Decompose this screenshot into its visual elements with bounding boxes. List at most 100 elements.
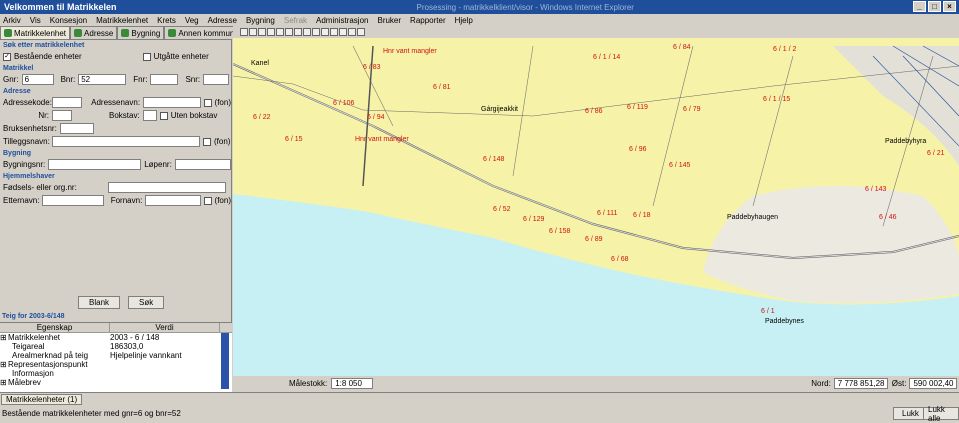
- props-scrollbar[interactable]: [221, 333, 229, 389]
- zoom-out-icon[interactable]: [249, 28, 257, 36]
- property-grid: Egenskap Verdi ⊞ Matrikkelenhet 2003 - 6 / …: [0, 322, 232, 392]
- adressenavn-input[interactable]: [143, 97, 202, 108]
- menu-bar: Arkiv Vis Konsesjon Matrikkelenhet Krets…: [0, 14, 959, 26]
- place-name: Paddebynes: [765, 318, 804, 325]
- hjemmel-header: Hjemmelshaver: [3, 173, 55, 180]
- building-icon: [121, 29, 130, 37]
- snr-input[interactable]: [203, 74, 230, 85]
- place-name: Paddebyhaugen: [727, 214, 778, 221]
- scale-icon[interactable]: [321, 28, 329, 36]
- tab-matrikkelenheter[interactable]: Matrikkelenheter (1): [1, 394, 83, 405]
- close-icon[interactable]: ×: [943, 1, 956, 12]
- prop-row[interactable]: ⊞ Matrikkelenhet 2003 - 6 / 148: [0, 333, 232, 342]
- minimize-icon[interactable]: _: [913, 1, 926, 12]
- tab-adresse[interactable]: Adresse: [70, 26, 118, 39]
- nord-coordinate: 7 778 851,28: [833, 378, 888, 389]
- fon-checkbox-3[interactable]: [203, 196, 212, 205]
- status-text: Bestående matrikkelenheter med gnr=6 og …: [2, 409, 181, 418]
- bnr-input[interactable]: 52: [78, 74, 127, 85]
- menu-matrikkelenhet[interactable]: Matrikkelenhet: [96, 16, 148, 25]
- map-label: 6 / 81: [433, 84, 451, 91]
- prop-row[interactable]: Teigareal 186303,0: [0, 342, 232, 351]
- title-bar: Velkommen til Matrikkelen Prosessing - m…: [0, 0, 959, 14]
- map-label: 6 / 68: [611, 256, 629, 263]
- search-button[interactable]: Søk: [128, 296, 165, 309]
- menu-sefrak[interactable]: Sefrak: [284, 16, 307, 25]
- fon-checkbox[interactable]: [204, 98, 212, 107]
- bottom-bar: Matrikkelenheter (1) Bestående matrikkel…: [0, 392, 959, 423]
- map-label: 6 / 46: [879, 214, 897, 221]
- map-label: 6 / 21: [927, 150, 945, 157]
- existing-checkbox[interactable]: ✓: [3, 52, 11, 61]
- map-label: 6 / 148: [483, 156, 505, 163]
- nr-input[interactable]: [52, 110, 72, 121]
- menu-bruker[interactable]: Bruker: [377, 16, 401, 25]
- map-view[interactable]: 6 / 83 6 / 84 6 / 1 / 14 6 / 1 / 2 Hnr v…: [233, 26, 959, 391]
- etternavn-input[interactable]: [42, 195, 104, 206]
- bygningsnr-input[interactable]: [48, 159, 142, 170]
- map-label: 6 / 96: [629, 146, 647, 153]
- layers-icon[interactable]: [294, 28, 302, 36]
- map-label: 6 / 143: [865, 186, 887, 193]
- pan-icon[interactable]: [258, 28, 266, 36]
- map-label: Hnr vant mangler: [355, 136, 409, 143]
- menu-krets[interactable]: Krets: [157, 16, 176, 25]
- menu-vis[interactable]: Vis: [30, 16, 41, 25]
- prop-row[interactable]: ⊞ Representasjonspunkt: [0, 360, 232, 369]
- menu-adresse[interactable]: Adresse: [208, 16, 237, 25]
- back-icon[interactable]: [348, 28, 356, 36]
- gnr-input[interactable]: 6: [21, 74, 54, 85]
- map-label: 6 / 106: [333, 100, 355, 107]
- bruksenhet-input[interactable]: [59, 123, 94, 134]
- uten-bokstav-checkbox[interactable]: [159, 111, 168, 120]
- measure-icon[interactable]: [276, 28, 284, 36]
- bokstav-input[interactable]: [142, 110, 157, 121]
- fodselsnr-input[interactable]: [107, 182, 226, 193]
- adressekode-input[interactable]: [52, 97, 83, 108]
- home-icon[interactable]: [339, 28, 347, 36]
- prop-row[interactable]: ⊞ Målebrev: [0, 378, 232, 387]
- map-label: 6 / 18: [633, 212, 651, 219]
- map-label: 6 / 1 / 14: [593, 54, 621, 61]
- menu-veg[interactable]: Veg: [185, 16, 199, 25]
- refresh-icon[interactable]: [312, 28, 320, 36]
- menu-konsesjon[interactable]: Konsesjon: [50, 16, 87, 25]
- matrikkel-header: Matrikkel: [3, 65, 34, 72]
- fnr-input[interactable]: [150, 74, 179, 85]
- map-label: 6 / 158: [549, 228, 571, 235]
- grid-icon[interactable]: [330, 28, 338, 36]
- map-label: 6 / 83: [363, 64, 381, 71]
- map-status-bar: Målestokk: 1:8 050 Nord: 7 778 851,28 Øs…: [233, 376, 959, 391]
- prop-row[interactable]: Arealmerknad på teig Hjelpelinje vannkant: [0, 351, 232, 360]
- map-label: 6 / 86: [585, 108, 603, 115]
- maximize-icon[interactable]: □: [928, 1, 941, 12]
- fon-checkbox-2[interactable]: [203, 137, 211, 146]
- fornavn-input[interactable]: [145, 195, 201, 206]
- scale-input[interactable]: 1:8 050: [331, 378, 374, 389]
- adresse-header: Adresse: [3, 88, 31, 95]
- tilleggsnavn-input[interactable]: [52, 136, 200, 147]
- info-icon[interactable]: [285, 28, 293, 36]
- print-icon[interactable]: [303, 28, 311, 36]
- expired-checkbox[interactable]: [142, 52, 151, 61]
- tab-annen-kommune[interactable]: Annen kommune: [164, 26, 243, 39]
- map-label: 6 / 52: [493, 206, 511, 213]
- map-label: 6 / 145: [669, 162, 691, 169]
- blank-button[interactable]: Blank: [78, 296, 121, 309]
- window-title: Velkommen til Matrikkelen: [4, 2, 117, 12]
- menu-hjelp[interactable]: Hjelp: [455, 16, 473, 25]
- menu-rapporter[interactable]: Rapporter: [410, 16, 446, 25]
- tab-bygning[interactable]: Bygning: [117, 26, 165, 39]
- tab-matrikkelenhet[interactable]: Matrikkelenhet: [0, 26, 71, 39]
- municipality-icon: [168, 29, 177, 37]
- menu-administrasjon[interactable]: Administrasjon: [316, 16, 368, 25]
- prop-row[interactable]: Informasjon: [0, 369, 232, 378]
- zoom-in-icon[interactable]: [240, 28, 248, 36]
- select-icon[interactable]: [267, 28, 275, 36]
- menu-bygning[interactable]: Bygning: [246, 16, 275, 25]
- forward-icon[interactable]: [357, 28, 365, 36]
- map-label: 6 / 129: [523, 216, 545, 223]
- menu-arkiv[interactable]: Arkiv: [3, 16, 21, 25]
- lukk-alle-button[interactable]: Lukk alle: [923, 405, 959, 423]
- lopenr-input[interactable]: [174, 159, 231, 170]
